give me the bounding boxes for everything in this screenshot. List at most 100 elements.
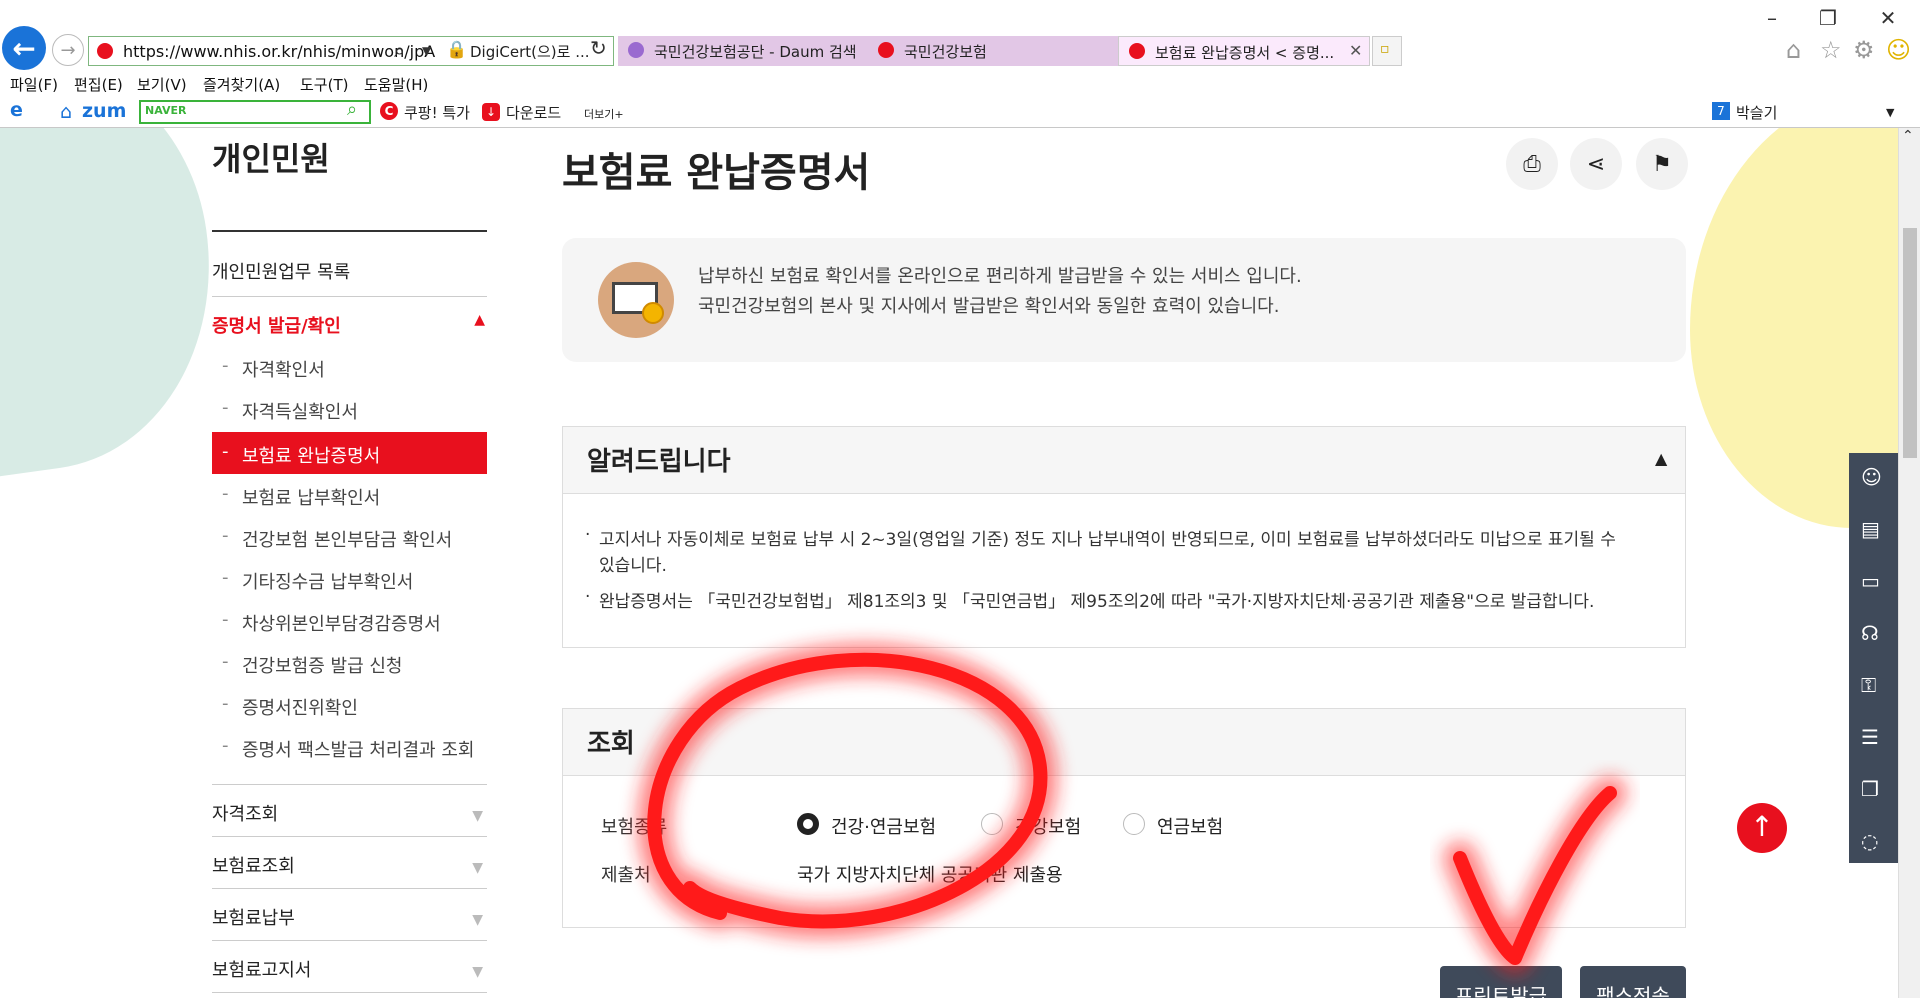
- coupang-icon: C: [380, 102, 398, 120]
- arrow-right-icon: →: [60, 39, 76, 61]
- menu-edit[interactable]: 편집(E): [74, 74, 123, 95]
- gear-icon[interactable]: ⚙: [1853, 36, 1875, 64]
- ie-logo-icon[interactable]: e: [10, 99, 23, 121]
- headset-icon[interactable]: ☊: [1861, 621, 1887, 647]
- dropdown-icon[interactable]: ▼: [422, 44, 431, 58]
- quick-menu-bar: ☺ ▤ ▭ ☊ ⚿ ☰ ❐ ◌: [1849, 453, 1898, 863]
- restore-icon[interactable]: ❐: [1808, 6, 1848, 30]
- coupang-link[interactable]: 쿠팡! 특가: [404, 102, 470, 123]
- naver-search-box[interactable]: NAVER ⌕: [139, 99, 371, 124]
- sub-item-label: 건강보험증 발급 신청: [242, 656, 403, 677]
- close-tab-icon[interactable]: ✕: [1349, 41, 1362, 60]
- chevron-up-icon[interactable]: ⌃: [1902, 128, 1914, 144]
- section-label: 보험료고지서: [212, 960, 312, 981]
- document-icon[interactable]: ▤: [1861, 517, 1887, 543]
- sidebar-list-link[interactable]: 개인민원업무 목록: [212, 258, 350, 284]
- notice-panel: 알려드립니다 ▲ · 고지서나 자동이체로 보험료 납부 시 2~3일(영업일 기…: [562, 426, 1686, 648]
- bullet-icon: ·: [585, 525, 591, 545]
- back-button[interactable]: ←: [2, 26, 46, 70]
- more-link[interactable]: 더보기+: [584, 106, 624, 122]
- sidebar-section-notice[interactable]: 보험료고지서 ▼: [212, 956, 487, 982]
- scroll-top-button[interactable]: ↑: [1737, 803, 1787, 853]
- sidebar-section-payment[interactable]: 보험료납부 ▼: [212, 904, 487, 930]
- zum-link[interactable]: zum: [82, 100, 126, 122]
- search-icon[interactable]: ⌕: [347, 99, 357, 120]
- print-button[interactable]: ⎙: [1506, 138, 1558, 190]
- notice-item-1-cont: 있습니다.: [599, 556, 667, 576]
- share-button[interactable]: ⋖: [1570, 138, 1622, 190]
- chevron-up-icon[interactable]: ▲: [1655, 449, 1667, 468]
- sub-item-label: 기타징수금 납부확인서: [242, 572, 414, 593]
- sidebar-section-cert[interactable]: 증명서 발급/확인 ▲: [212, 312, 487, 338]
- cert-label[interactable]: DigiCert(으)로 ...: [470, 41, 590, 62]
- sub-item-card-request[interactable]: 건강보험증 발급 신청: [212, 642, 487, 684]
- person-icon[interactable]: ☺: [1861, 465, 1887, 491]
- download-icon: ↓: [482, 103, 500, 121]
- tab-nhis[interactable]: 국민건강보험: [868, 36, 1118, 66]
- tab-active[interactable]: 보험료 완납증명서 < 증명... ✕: [1118, 36, 1370, 66]
- sidebar-section-qualification[interactable]: 자격조회 ▼: [212, 800, 487, 826]
- section-label: 보험료납부: [212, 908, 295, 929]
- sub-item-payment-confirm[interactable]: 보험료 납부확인서: [212, 474, 487, 516]
- divider: [212, 784, 487, 785]
- home-icon: ⌂: [60, 101, 73, 123]
- computer-coin-icon: [598, 262, 674, 338]
- sub-item-qualification-history[interactable]: 자격득실확인서: [212, 388, 487, 430]
- print-issue-button[interactable]: 프린트발급: [1440, 966, 1562, 998]
- menu-file[interactable]: 파일(F): [10, 74, 58, 95]
- lock-icon[interactable]: ⚿: [1861, 673, 1887, 699]
- menu-view[interactable]: 보기(V): [137, 74, 187, 95]
- sub-item-reduction[interactable]: 차상위본인부담경감증명서: [212, 600, 487, 642]
- chevron-down-icon[interactable]: ▼: [1886, 106, 1894, 119]
- sub-item-fax-result[interactable]: 증명서 팩스발급 처리결과 조회: [212, 726, 487, 768]
- sidebar-section-premium[interactable]: 보험료조회 ▼: [212, 852, 487, 878]
- star-icon[interactable]: ☆: [1820, 36, 1842, 64]
- refresh-icon[interactable]: ↻: [590, 36, 607, 60]
- query-panel: 조회 보험종류 건강·연금보험 건강보험 연금보험 제출처 국가 지방자치단체 …: [562, 708, 1686, 928]
- sub-item-copay[interactable]: 건강보험 본인부담금 확인서: [212, 516, 487, 558]
- menu-tools[interactable]: 도구(T): [300, 74, 348, 95]
- radio-health-pension-label[interactable]: 건강·연금보험: [831, 813, 936, 839]
- radio-pension-label[interactable]: 연금보험: [1157, 813, 1223, 839]
- menu-help[interactable]: 도움말(H): [364, 74, 428, 95]
- new-tab-button[interactable]: ▫: [1372, 36, 1402, 66]
- divider: [212, 992, 487, 993]
- sub-item-other-charges[interactable]: 기타징수금 납부확인서: [212, 558, 487, 600]
- sub-item-full-payment[interactable]: 보험료 완납증명서: [212, 432, 487, 474]
- sub-item-label: 보험료 납부확인서: [242, 488, 381, 509]
- submit-to-value: 국가 지방자치단체 공공기관 제출용: [797, 865, 1063, 886]
- bookmark-button[interactable]: ⚑: [1636, 138, 1688, 190]
- cards-icon[interactable]: ❐: [1861, 777, 1887, 803]
- monitor-icon[interactable]: ▭: [1861, 569, 1887, 595]
- notice-item-2: · 완납증명서는 「국민건강보험법」 제81조의3 및 「국민연금법」 제95조의…: [585, 587, 1594, 612]
- tab-label: 국민건강보험공단 - Daum 검색: [654, 43, 857, 61]
- radio-pension[interactable]: [1123, 813, 1145, 835]
- chevron-down-icon: ▼: [472, 808, 483, 824]
- tab-daum[interactable]: 국민건강보험공단 - Daum 검색: [618, 36, 868, 66]
- weather-badge: 7: [1712, 102, 1730, 120]
- scrollbar-thumb[interactable]: [1903, 228, 1917, 458]
- close-window-icon[interactable]: ✕: [1868, 6, 1908, 30]
- menu-favorites[interactable]: 즐겨찾기(A): [203, 74, 280, 95]
- weather-label[interactable]: 박슬기: [1736, 102, 1777, 123]
- radio-health[interactable]: [981, 813, 1003, 835]
- vertical-scrollbar[interactable]: ⌃: [1898, 128, 1920, 998]
- minimize-icon[interactable]: –: [1752, 6, 1792, 30]
- home-icon[interactable]: ⌂: [1786, 36, 1801, 64]
- radio-health-pension[interactable]: [797, 813, 819, 835]
- chat-icon[interactable]: ◌: [1861, 829, 1887, 855]
- address-url[interactable]: https://www.nhis.or.kr/nhis/minwon/jpA: [123, 42, 435, 61]
- chevron-up-icon: ▲: [474, 312, 485, 328]
- sub-item-qualification[interactable]: 자격확인서: [212, 346, 487, 388]
- sub-item-verify[interactable]: 증명서진위확인: [212, 684, 487, 726]
- nhis-favicon-icon: [1129, 43, 1145, 59]
- fax-send-button[interactable]: 팩스전송: [1580, 966, 1686, 998]
- forward-button[interactable]: →: [52, 34, 84, 66]
- form-icon[interactable]: ☰: [1861, 725, 1887, 751]
- download-link[interactable]: 다운로드: [506, 102, 561, 123]
- smiley-icon[interactable]: ☺: [1886, 36, 1911, 64]
- search-icon[interactable]: ⌕: [394, 38, 405, 62]
- notice-text: 고지서나 자동이체로 보험료 납부 시 2~3일(영업일 기준) 정도 지나 납…: [599, 530, 1616, 550]
- notice-panel-header[interactable]: 알려드립니다 ▲: [563, 427, 1685, 494]
- radio-health-label[interactable]: 건강보험: [1015, 813, 1081, 839]
